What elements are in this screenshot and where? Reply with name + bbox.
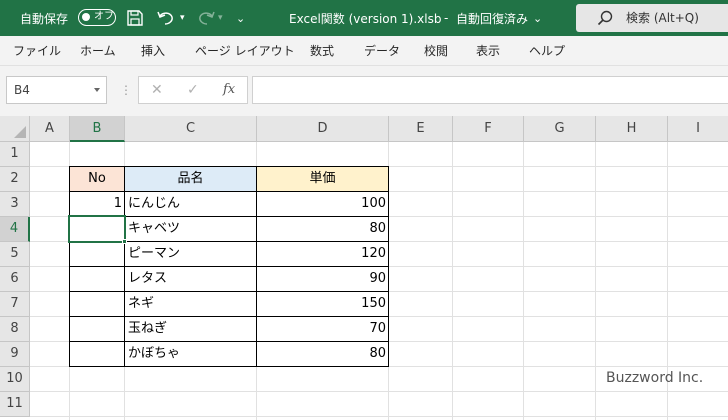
fill-handle[interactable] [122, 239, 127, 244]
gridline [30, 416, 728, 417]
row-header-11[interactable]: 11 [0, 392, 30, 417]
tab-help[interactable]: ヘルプ [529, 36, 565, 66]
tab-formulas[interactable]: 数式 [310, 36, 334, 66]
row-header-5[interactable]: 5 [0, 242, 30, 267]
customize-toolbar-icon[interactable]: ⌄ [236, 0, 245, 36]
enter-icon[interactable]: ✓ [187, 77, 199, 103]
tab-file[interactable]: ファイル [13, 36, 61, 66]
cell-b8[interactable] [69, 316, 125, 342]
search-box[interactable]: 検索 (Alt+Q) [576, 4, 728, 32]
header-cell-unit-price[interactable]: 単価 [256, 166, 389, 192]
formula-bar-grip[interactable]: ⋮ [120, 80, 132, 100]
formula-tools: ✕ ✓ fx [138, 76, 248, 104]
row-header-7[interactable]: 7 [0, 292, 30, 317]
search-icon [597, 10, 613, 26]
header-cell-no[interactable]: No [69, 166, 125, 192]
cell-d5[interactable]: 120 [256, 241, 389, 267]
save-icon[interactable] [126, 0, 144, 36]
select-all-button[interactable] [0, 116, 30, 142]
cell-c6[interactable]: レタス [124, 266, 257, 292]
cell-c4[interactable]: キャベツ [124, 216, 257, 242]
undo-icon[interactable] [156, 0, 176, 36]
redo-dropdown-caret[interactable]: ▾ [218, 0, 223, 36]
toggle-knob [82, 13, 90, 21]
cell-d8[interactable]: 70 [256, 316, 389, 342]
cell-c5[interactable]: ピーマン [124, 241, 257, 267]
cell-b3[interactable]: 1 [69, 191, 125, 217]
row-header-3[interactable]: 3 [0, 192, 30, 217]
tab-data[interactable]: データ [364, 36, 400, 66]
gridline [595, 142, 596, 420]
header-cell-item-name[interactable]: 品名 [124, 166, 257, 192]
cell-b5[interactable] [69, 241, 125, 267]
insert-function-icon[interactable]: fx [223, 77, 235, 103]
autosave-label: 自動保存 [20, 11, 69, 26]
cell-c9[interactable]: かぼちゃ [124, 341, 257, 367]
autosave-toggle-text: オフ [94, 11, 114, 22]
ribbon-tabs: ファイル ホーム 挿入 ページ レイアウト 数式 データ 校閲 表示 ヘルプ [0, 36, 728, 66]
name-box-value: B4 [14, 83, 30, 97]
cell-b9[interactable] [69, 341, 125, 367]
column-header-e[interactable]: E [389, 116, 453, 142]
tab-home[interactable]: ホーム [80, 36, 116, 66]
column-header-g[interactable]: G [524, 116, 596, 142]
tab-insert[interactable]: 挿入 [141, 36, 165, 66]
title-bar: 自動保存 オフ ▾ ▾ ⌄ Excel関数 (version 1).xlsb -… [0, 0, 728, 36]
undo-dropdown-caret[interactable]: ▾ [180, 0, 185, 36]
save-status[interactable]: 自動回復済み [456, 0, 528, 36]
spreadsheet-grid[interactable]: A B C D E F G H I 1 2 3 4 5 6 7 8 9 10 1… [0, 116, 728, 420]
row-header-10[interactable]: 10 [0, 367, 30, 392]
chevron-down-icon[interactable]: ⌄ [533, 0, 542, 36]
active-cell-selection[interactable] [68, 215, 126, 243]
column-header-h[interactable]: H [596, 116, 668, 142]
row-header-2[interactable]: 2 [0, 167, 30, 192]
watermark-text: Buzzword Inc. [606, 370, 704, 386]
cell-c3[interactable]: にんじん [124, 191, 257, 217]
row-header-6[interactable]: 6 [0, 267, 30, 292]
column-header-c[interactable]: C [125, 116, 257, 142]
autosave-toggle[interactable]: オフ [78, 9, 116, 26]
row-header-1[interactable]: 1 [0, 142, 30, 167]
tab-review[interactable]: 校閲 [424, 36, 448, 66]
cancel-icon[interactable]: ✕ [151, 77, 163, 103]
redo-icon[interactable] [196, 0, 216, 36]
cell-c7[interactable]: ネギ [124, 291, 257, 317]
cell-d3[interactable]: 100 [256, 191, 389, 217]
tab-page-layout[interactable]: ページ レイアウト [195, 36, 295, 66]
file-name: Excel関数 (version 1).xlsb [289, 11, 442, 26]
gridline [523, 142, 524, 420]
column-header-b[interactable]: B [70, 116, 125, 142]
title-separator: - [444, 11, 449, 25]
chevron-down-icon[interactable] [94, 88, 100, 92]
formula-input[interactable] [252, 76, 728, 104]
cell-d9[interactable]: 80 [256, 341, 389, 367]
cell-b7[interactable] [69, 291, 125, 317]
select-all-triangle-icon [14, 126, 26, 138]
column-header-i[interactable]: I [668, 116, 728, 142]
cell-b6[interactable] [69, 266, 125, 292]
column-header-f[interactable]: F [453, 116, 524, 142]
row-header-8[interactable]: 8 [0, 317, 30, 342]
row-header-4[interactable]: 4 [0, 217, 30, 242]
name-box[interactable]: B4 [6, 76, 107, 104]
column-header-d[interactable]: D [257, 116, 389, 142]
row-header-9[interactable]: 9 [0, 342, 30, 367]
gridline [452, 142, 453, 420]
formula-bar: B4 ⋮ ✕ ✓ fx [0, 66, 728, 116]
cell-d7[interactable]: 150 [256, 291, 389, 317]
gridline [30, 391, 728, 392]
cell-c8[interactable]: 玉ねぎ [124, 316, 257, 342]
cell-d4[interactable]: 80 [256, 216, 389, 242]
tab-view[interactable]: 表示 [476, 36, 500, 66]
search-placeholder: 検索 (Alt+Q) [626, 11, 699, 25]
cell-d6[interactable]: 90 [256, 266, 389, 292]
column-header-a[interactable]: A [30, 116, 70, 142]
